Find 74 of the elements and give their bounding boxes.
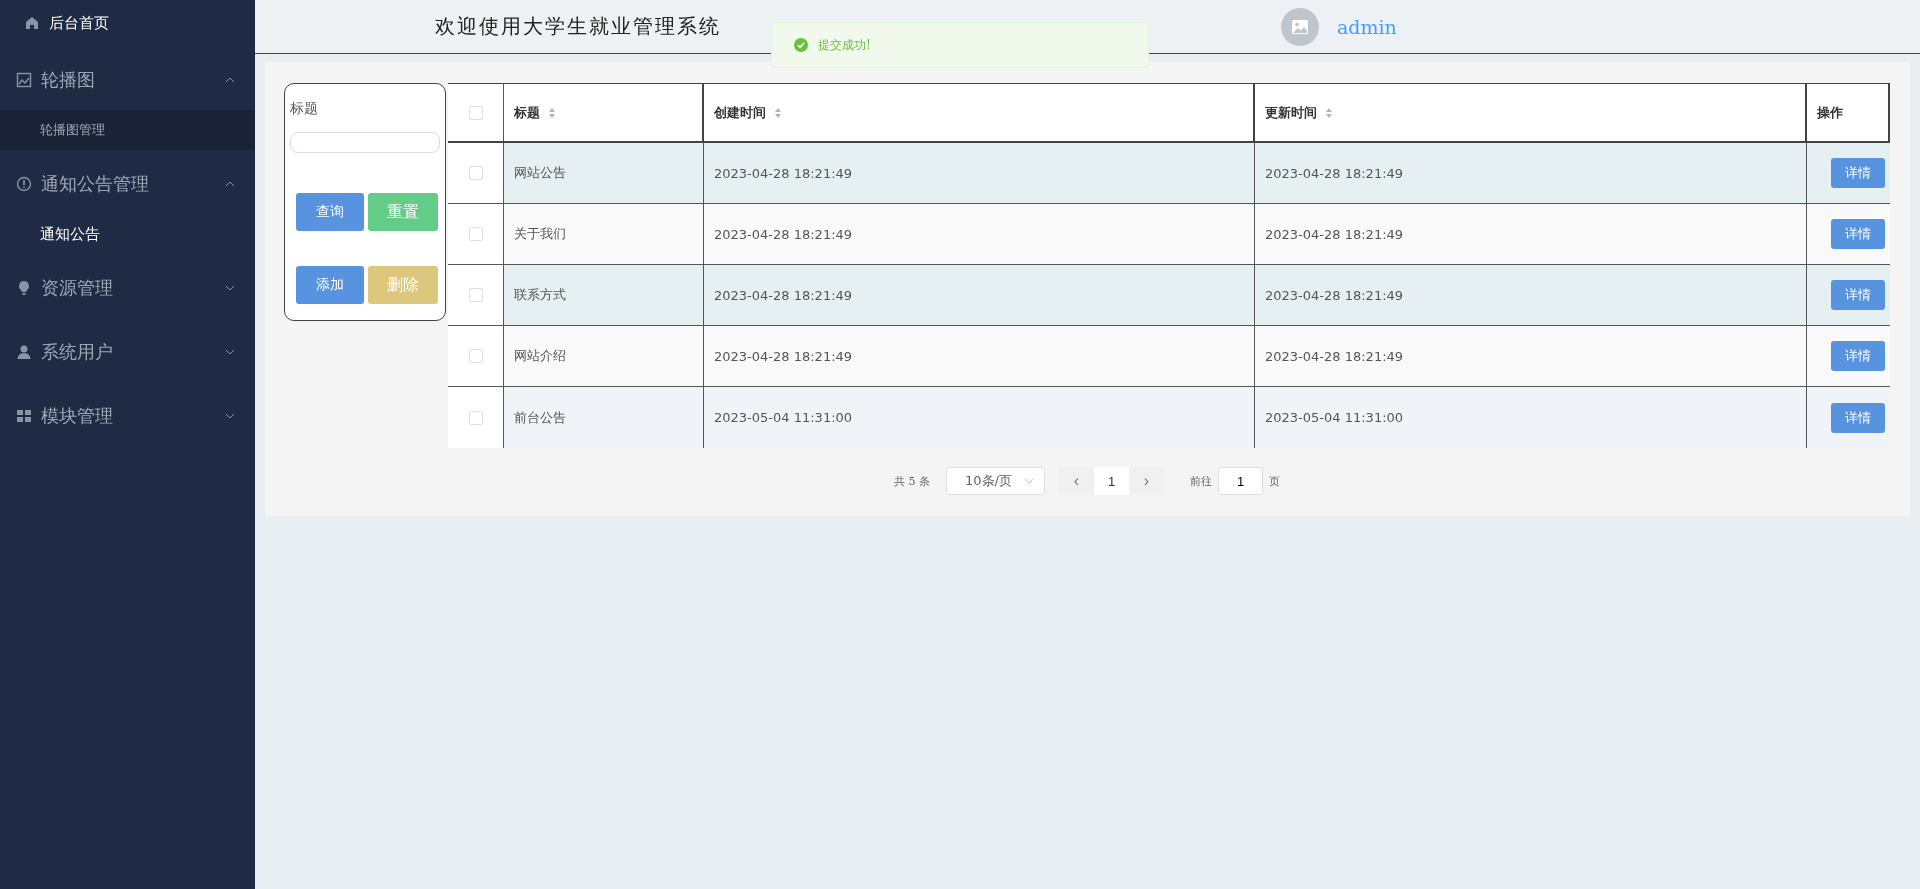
details-button[interactable]: 详情 <box>1831 402 1885 433</box>
table-cell: 联系方式 <box>514 286 566 304</box>
row-checkbox[interactable] <box>468 288 483 302</box>
info-icon <box>16 176 32 192</box>
table-row[interactable]: 网站介绍 2023-04-28 18:21:49 2023-04-28 18:21:49 详情 <box>448 326 1890 387</box>
table-row[interactable]: 关于我们 2023-04-28 18:21:49 2023-04-28 18:21:49 详情 <box>448 204 1890 265</box>
details-button[interactable]: 详情 <box>1831 341 1885 371</box>
menu-item[interactable]: 轮播图 <box>0 50 255 110</box>
submenu-item[interactable]: 通知公告 <box>0 214 255 254</box>
table-cell: 2023-04-28 18:21:49 <box>1265 287 1404 303</box>
field-label: 标题 <box>290 100 319 118</box>
menu-item[interactable]: 资源管理 <box>0 258 255 318</box>
table-cell: 2023-05-04 11:31:00 <box>1265 410 1404 425</box>
column-header[interactable]: 标题 <box>504 84 704 141</box>
details-button[interactable]: 详情 <box>1831 280 1885 310</box>
table-cell: 2023-05-04 11:31:00 <box>714 410 853 425</box>
row-checkbox[interactable] <box>468 227 483 241</box>
toast-message: 提交成功! <box>818 36 871 54</box>
next-page-button[interactable]: › <box>1129 467 1164 495</box>
table-cell: 2023-04-28 18:21:49 <box>714 287 853 303</box>
details-button[interactable]: 详情 <box>1831 158 1885 188</box>
table-cell: 关于我们 <box>514 225 566 243</box>
table-cell: 2023-04-28 18:21:49 <box>1265 165 1404 181</box>
menu-item[interactable]: 模块管理 <box>0 386 255 446</box>
chevron-icon <box>225 285 235 291</box>
row-checkbox[interactable] <box>468 349 483 363</box>
sort-icon[interactable] <box>774 106 782 119</box>
menu-item[interactable]: 系统用户 <box>0 322 255 382</box>
table-cell: 网站介绍 <box>514 347 566 365</box>
chevron-icon <box>225 181 235 187</box>
grid-icon <box>16 408 32 424</box>
picture-icon <box>16 72 32 88</box>
sort-icon[interactable] <box>548 106 556 119</box>
table-cell: 2023-04-28 18:21:49 <box>1265 226 1404 242</box>
column-header[interactable]: 操作 <box>1807 84 1890 141</box>
chevron-icon <box>225 349 235 355</box>
check-circle-icon <box>794 38 808 52</box>
table-cell: 前台公告 <box>514 408 566 427</box>
table-cell: 2023-04-28 18:21:49 <box>714 165 853 181</box>
select-all-checkbox[interactable] <box>468 105 483 120</box>
table-cell: 2023-04-28 18:21:49 <box>714 348 853 364</box>
system-title: 欢迎使用大学生就业管理系统 <box>435 13 721 40</box>
column-header[interactable]: 更新时间 <box>1255 84 1807 141</box>
page-number[interactable]: 1 <box>1094 467 1129 495</box>
menu-item[interactable]: 通知公告管理 <box>0 154 255 214</box>
column-header[interactable]: 创建时间 <box>704 84 1255 141</box>
table-row[interactable]: 联系方式 2023-04-28 18:21:49 2023-04-28 18:21:49 详情 <box>448 265 1890 326</box>
total-count: 共 5 条 <box>894 473 930 489</box>
home-icon <box>25 16 39 30</box>
previous-page-button[interactable]: ‹ <box>1059 467 1094 495</box>
submenu-item[interactable]: 轮播图管理 <box>0 110 255 150</box>
table-cell: 2023-04-28 18:21:49 <box>714 226 853 242</box>
title-input-field[interactable] <box>290 132 440 153</box>
details-button[interactable]: 详情 <box>1831 219 1885 249</box>
chevron-icon <box>225 77 235 83</box>
row-checkbox[interactable] <box>468 166 483 180</box>
avatar-icon[interactable] <box>1281 7 1319 46</box>
table-cell: 网站公告 <box>514 164 566 182</box>
table-row[interactable]: 网站公告 2023-04-28 18:21:49 2023-04-28 18:21:49 详情 <box>448 143 1890 204</box>
goto-label: 前往 <box>1190 473 1212 489</box>
sort-icon[interactable] <box>1325 106 1333 119</box>
table-cell: 2023-04-28 18:21:49 <box>1265 348 1404 364</box>
table-row[interactable]: 前台公告 2023-05-04 11:31:00 2023-05-04 11:31:00 详情 <box>448 387 1890 448</box>
chevron-icon <box>1024 478 1034 484</box>
page-suffix: 页 <box>1269 473 1280 489</box>
action-button[interactable]: 添加 <box>296 266 364 304</box>
page-size-select[interactable]: 10条/页 <box>946 467 1045 495</box>
chevron-icon <box>225 413 235 419</box>
action-button[interactable]: 查询 <box>296 193 364 231</box>
page-jump-field[interactable]: 1 <box>1218 467 1263 495</box>
user-icon <box>16 344 32 360</box>
lightbulb-icon <box>16 280 32 296</box>
home-menu-item[interactable]: 后台首页 <box>0 0 255 46</box>
row-checkbox[interactable] <box>468 410 483 425</box>
